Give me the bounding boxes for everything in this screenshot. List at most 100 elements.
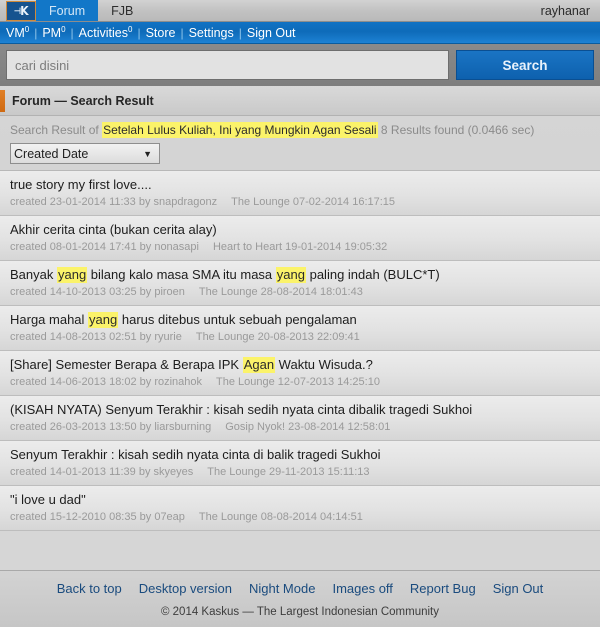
result-created: created 15-12-2010 08:35 by 07eap bbox=[10, 511, 185, 523]
result-title-text: harus ditebus untuk sebuah pengalaman bbox=[118, 312, 357, 327]
result-title[interactable]: [Share] Semester Berapa & Berapa IPK Aga… bbox=[10, 357, 590, 373]
result-created: created 14-06-2013 18:02 by rozinahok bbox=[10, 376, 203, 388]
result-title-text: Banyak bbox=[10, 267, 57, 282]
result-title-text: Harga mahal bbox=[10, 312, 89, 327]
result-forum[interactable]: The Lounge 28-08-2014 18:01:43 bbox=[185, 286, 363, 298]
result-row[interactable]: Harga mahal yang harus ditebus untuk seb… bbox=[0, 306, 600, 351]
result-forum[interactable]: The Lounge 20-08-2013 22:09:41 bbox=[182, 331, 360, 343]
logo-glyph: ⊣K bbox=[13, 4, 29, 18]
result-row[interactable]: "i love u dad" created 15-12-2010 08:35 b… bbox=[0, 486, 600, 531]
result-title[interactable]: Banyak yang bilang kalo masa SMA itu mas… bbox=[10, 267, 590, 283]
result-meta: created 14-10-2013 03:25 by piroen The Lo… bbox=[10, 286, 590, 299]
result-created: created 14-01-2013 11:39 by skyeyes bbox=[10, 466, 194, 478]
result-forum[interactable]: Gosip Nyok! 23-08-2014 12:58:01 bbox=[211, 421, 390, 433]
result-meta: created 08-01-2014 17:41 by nonasapi Hear… bbox=[10, 241, 590, 254]
footer-link-sign-out[interactable]: Sign Out bbox=[493, 581, 544, 596]
search-query-highlight: Setelah Lulus Kuliah, Ini yang Mungkin A… bbox=[102, 122, 378, 138]
footer-link-images-off[interactable]: Images off bbox=[332, 581, 392, 596]
result-title-highlight: Agan bbox=[242, 357, 276, 373]
result-forum[interactable]: The Lounge 08-08-2014 04:14:51 bbox=[185, 511, 363, 523]
result-created: created 14-10-2013 03:25 by piroen bbox=[10, 286, 185, 298]
tab-fjb-label: FJB bbox=[111, 3, 134, 18]
username-label: rayhanar bbox=[540, 3, 590, 18]
result-title-text: [Share] Semester Berapa & Berapa IPK bbox=[10, 357, 243, 372]
result-forum[interactable]: Heart to Heart 19-01-2014 19:05:32 bbox=[199, 241, 387, 253]
result-title-text: bilang kalo masa SMA itu masa bbox=[87, 267, 276, 282]
sort-control: Created Date ▼ bbox=[0, 140, 600, 170]
nav-item-vm[interactable]: VM0 bbox=[6, 25, 29, 40]
search-button[interactable]: Search bbox=[456, 50, 594, 80]
result-title[interactable]: Harga mahal yang harus ditebus untuk seb… bbox=[10, 312, 590, 328]
nav-separator: | bbox=[137, 25, 141, 40]
footer-links: Back to top Desktop version Night Mode Imag… bbox=[0, 581, 600, 596]
result-title-highlight: yang bbox=[275, 267, 306, 283]
nav-item-pm[interactable]: PM0 bbox=[42, 25, 65, 40]
tab-forum[interactable]: Forum bbox=[36, 0, 99, 21]
nav-separator: | bbox=[70, 25, 74, 40]
sort-select[interactable]: Created Date bbox=[10, 143, 160, 164]
result-summary-prefix: Search Result of bbox=[10, 123, 99, 137]
result-title-text: Senyum Terakhir : kisah sedih nyata cint… bbox=[10, 447, 381, 462]
result-meta: created 15-12-2010 08:35 by 07eap The Lou… bbox=[10, 511, 590, 524]
result-created: created 26-03-2013 13:50 by liarsburning bbox=[10, 421, 212, 433]
search-input[interactable] bbox=[6, 50, 449, 80]
result-title-highlight: yang bbox=[88, 312, 119, 328]
result-row[interactable]: true story my first love.... created 23-0… bbox=[0, 171, 600, 216]
result-title[interactable]: Akhir cerita cinta (bukan cerita alay) bbox=[10, 222, 590, 238]
search-bar: Search bbox=[0, 44, 600, 86]
section-header: Forum — Search Result bbox=[0, 86, 600, 116]
nav-item-sign-out[interactable]: Sign Out bbox=[247, 26, 296, 40]
result-created: created 23-01-2014 11:33 by snapdragonz bbox=[10, 196, 218, 208]
result-title-text: paling indah (BULC*T) bbox=[305, 267, 440, 282]
page-title: Forum — Search Result bbox=[12, 93, 154, 108]
nav-item-settings[interactable]: Settings bbox=[189, 26, 234, 40]
nav-separator: | bbox=[238, 25, 242, 40]
result-forum[interactable]: The Lounge 07-02-2014 16:17:15 bbox=[217, 196, 395, 208]
nav-separator: | bbox=[180, 25, 184, 40]
result-meta: created 14-01-2013 11:39 by skyeyes The L… bbox=[10, 466, 590, 479]
result-title[interactable]: Senyum Terakhir : kisah sedih nyata cint… bbox=[10, 447, 590, 463]
footer-link-night-mode[interactable]: Night Mode bbox=[249, 581, 315, 596]
result-forum[interactable]: The Lounge 12-07-2013 14:25:10 bbox=[202, 376, 380, 388]
result-forum[interactable]: The Lounge 29-11-2013 15:11:13 bbox=[193, 466, 369, 478]
result-title[interactable]: "i love u dad" bbox=[10, 492, 590, 508]
result-title-text: Akhir cerita cinta (bukan cerita alay) bbox=[10, 222, 217, 237]
result-title[interactable]: true story my first love.... bbox=[10, 177, 590, 193]
footer-copyright: © 2014 Kaskus — The Largest Indonesian C… bbox=[160, 606, 440, 618]
result-row[interactable]: (KISAH NYATA) Senyum Terakhir : kisah se… bbox=[0, 396, 600, 441]
result-title[interactable]: (KISAH NYATA) Senyum Terakhir : kisah se… bbox=[10, 402, 590, 418]
footer-link-back-to-top[interactable]: Back to top bbox=[57, 581, 122, 596]
footer-link-desktop-version[interactable]: Desktop version bbox=[139, 581, 232, 596]
result-title-text: true story my first love.... bbox=[10, 177, 152, 192]
nav-separator: | bbox=[34, 25, 38, 40]
result-summary: Search Result of Setelah Lulus Kuliah, I… bbox=[0, 116, 600, 140]
top-bar: ⊣K Forum FJB rayhanar bbox=[0, 0, 600, 22]
search-results-list: true story my first love.... created 23-0… bbox=[0, 170, 600, 570]
result-title-text: Waktu Wisuda.? bbox=[275, 357, 373, 372]
kaskus-k-logo-icon[interactable]: ⊣K bbox=[6, 1, 36, 21]
result-created: created 08-01-2014 17:41 by nonasapi bbox=[10, 241, 199, 253]
result-meta: created 26-03-2013 13:50 by liarsburning… bbox=[10, 421, 590, 434]
app-root: ⊣K Forum FJB rayhanar VM0 | PM0 | Activities… bbox=[0, 0, 600, 627]
result-row[interactable]: [Share] Semester Berapa & Berapa IPK Aga… bbox=[0, 351, 600, 396]
result-created: created 14-08-2013 02:51 by ryurie bbox=[10, 331, 182, 343]
result-row[interactable]: Akhir cerita cinta (bukan cerita alay) cr… bbox=[0, 216, 600, 261]
sort-select-shell: Created Date ▼ bbox=[10, 143, 160, 164]
page-footer: Back to top Desktop version Night Mode Imag… bbox=[0, 570, 600, 627]
footer-link-report-bug[interactable]: Report Bug bbox=[410, 581, 476, 596]
tab-fjb[interactable]: FJB bbox=[98, 0, 146, 21]
result-row[interactable]: Banyak yang bilang kalo masa SMA itu mas… bbox=[0, 261, 600, 306]
result-count: 8 Results found (0.0466 sec) bbox=[380, 123, 535, 137]
result-meta: created 14-08-2013 02:51 by ryurie The Lo… bbox=[10, 331, 590, 344]
user-menu[interactable]: rayhanar bbox=[541, 0, 600, 21]
nav-item-store[interactable]: Store bbox=[146, 26, 176, 40]
tab-forum-label: Forum bbox=[49, 3, 86, 18]
result-title-highlight: yang bbox=[56, 267, 88, 283]
result-row[interactable]: Senyum Terakhir : kisah sedih nyata cint… bbox=[0, 441, 600, 486]
result-title-text: "i love u dad" bbox=[10, 492, 86, 507]
result-meta: created 23-01-2014 11:33 by snapdragonz T… bbox=[10, 196, 590, 209]
result-meta: created 14-06-2013 18:02 by rozinahok The… bbox=[10, 376, 590, 389]
nav-bar: VM0 | PM0 | Activities0 | Store | Settings | Sign … bbox=[0, 22, 600, 44]
nav-item-activities[interactable]: Activities0 bbox=[79, 25, 133, 40]
